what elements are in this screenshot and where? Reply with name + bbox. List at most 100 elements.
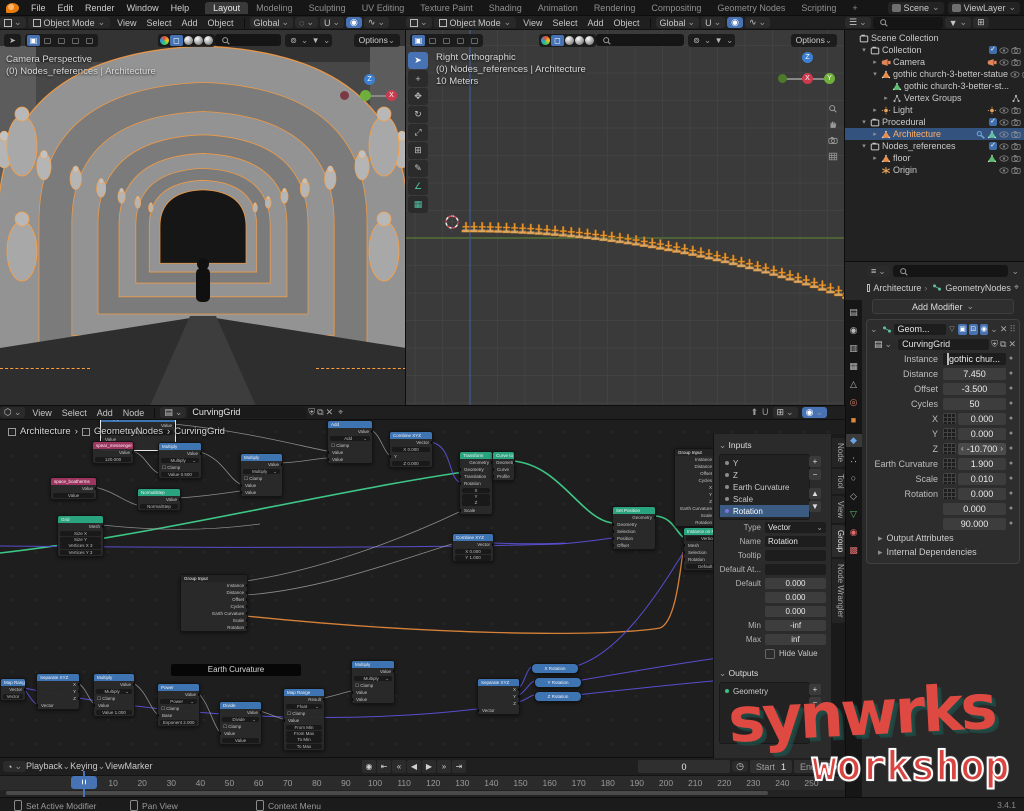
node-map-range[interactable]: Map RangeResultFloatClampValueFrom MinFr… [283, 688, 325, 751]
render-visibility-icon[interactable] [1011, 166, 1021, 175]
inputs-section-header[interactable]: Inputs [719, 440, 826, 451]
timeline-menu-playback[interactable]: Playback [26, 761, 70, 771]
node-multiply[interactable]: MultiplyValueMultiplyClampValueValue [240, 453, 283, 497]
field-value[interactable]: 0.000 [958, 428, 1006, 440]
checkbox-icon[interactable]: ✓ [989, 118, 997, 126]
eye-icon[interactable] [999, 46, 1009, 55]
node-set-position[interactable]: Set PositionGeometryGeometrySelectionPos… [612, 506, 656, 550]
node-group-input[interactable]: Group InputInstanceDistanceOffsetCyclesX… [674, 448, 716, 527]
workspace-tab-compositing[interactable]: Compositing [643, 2, 709, 14]
new-copy-icon[interactable]: ⧉ [1000, 339, 1006, 350]
pivot-selector[interactable]: ◌ [295, 17, 318, 28]
tab-world[interactable]: ◎ [845, 398, 862, 407]
node-divide[interactable]: DivideValueDivideClampValueValue [219, 701, 262, 745]
tab-output[interactable]: ▥ [845, 344, 862, 353]
active-tool-button[interactable]: ➤ [4, 34, 21, 47]
snap-toggle[interactable]: U [320, 17, 344, 28]
expander-icon[interactable]: ▾ [860, 118, 868, 126]
node-multiply[interactable]: MultiplyValueMultiplyClampValue 0.500 [158, 442, 202, 479]
pan-hand-icon[interactable] [826, 120, 838, 132]
workspace-tab-rendering[interactable]: Rendering [586, 2, 644, 14]
attribute-toggle-icon[interactable] [943, 473, 956, 484]
editor-type-button[interactable] [406, 17, 432, 28]
on-cage-toggle[interactable]: ▽ [948, 324, 957, 335]
remove-output-button[interactable]: − [809, 697, 821, 708]
display-mode-button[interactable]: ☰ [845, 17, 871, 28]
expander-icon[interactable]: ▸ [882, 94, 890, 102]
node-multiply[interactable]: MultiplyValueMultiplyClampValueValue [351, 660, 395, 704]
node-field[interactable]: Size X [60, 531, 101, 537]
outputs-section-header[interactable]: Outputs [719, 668, 826, 679]
select-mode-buttons[interactable]: ▣▢▢▢▢ [410, 34, 483, 47]
field-value[interactable]: 0.000 [958, 413, 1006, 425]
pin-icon[interactable]: ⌖ [338, 407, 343, 418]
tool-tweak-select[interactable]: ➤ [408, 52, 428, 69]
node-menu-add[interactable]: Add [92, 408, 118, 418]
node-field[interactable]: X [462, 488, 490, 494]
eye-icon[interactable] [999, 166, 1009, 175]
workspace-tab-uv-editing[interactable]: UV Editing [354, 2, 413, 14]
zoom-icon[interactable] [826, 104, 838, 116]
outliner-item-camera[interactable]: ▸Camera [845, 56, 1024, 68]
node-field[interactable]: 120.000 [95, 457, 131, 463]
render-visibility-icon[interactable] [1011, 118, 1021, 127]
field-value[interactable]: 90.000 [943, 518, 1006, 530]
sidebar-tab-group[interactable]: Group [832, 525, 845, 557]
sidebar-tab-view[interactable]: View [832, 496, 845, 523]
animate-dot-icon[interactable]: ● [1006, 505, 1016, 512]
tooltip-field[interactable] [765, 550, 826, 561]
outliner-item-gothic-church-3-better-st-[interactable]: gothic church-3-better-st... [845, 80, 1024, 92]
node-spear-messenger[interactable]: spear_messengerValue120.000 [92, 441, 134, 464]
default-z-field[interactable]: 0.000 [765, 606, 826, 617]
eye-icon[interactable] [999, 154, 1009, 163]
stopwatch-icon[interactable]: ◷ [732, 761, 748, 772]
eye-icon[interactable] [999, 118, 1009, 127]
editor-type-button[interactable]: ◔ [3, 761, 26, 772]
node-group-name-field[interactable]: CurvingGrid [188, 407, 306, 418]
attribute-toggle-icon[interactable] [943, 413, 956, 424]
eye-icon[interactable] [999, 130, 1009, 139]
type-select[interactable]: Vector [765, 522, 826, 533]
fake-user-icon[interactable]: ⛨ [308, 407, 315, 418]
attribute-toggle-icon[interactable] [943, 488, 956, 499]
timeline[interactable]: ◔ PlaybackKeyingViewMarker ◉⇤«◀▶»⇥ 0 ◷ S… [0, 758, 845, 797]
node-map-range[interactable]: Map RangeVectorVector [0, 678, 26, 701]
unlink-icon[interactable]: ✕ [326, 407, 334, 418]
tab-constraints[interactable]: ◇ [845, 492, 862, 501]
outliner-item-gothic-church-3-better-statue[interactable]: ▾gothic church-3-better-statue [845, 68, 1024, 80]
transport-record[interactable]: ◉ [362, 760, 376, 773]
tool-transform[interactable]: ⊞ [408, 142, 428, 159]
node-grid[interactable]: GridMeshSize XSize YVertices X 3Vertices… [57, 515, 104, 557]
tab-particles[interactable]: ∴ [845, 456, 862, 465]
animate-dot-icon[interactable]: ● [1006, 460, 1016, 467]
node-transform[interactable]: TransformGeometryGeometryTranslationRota… [459, 451, 493, 515]
node-power[interactable]: PowerValuePowerClampBaseExponent 2.000 [157, 683, 200, 727]
navigation-gizmo[interactable]: Z X [346, 68, 402, 118]
overlays-button[interactable]: ◉ [802, 407, 827, 418]
viewport-a-menu-select[interactable]: Select [141, 18, 176, 28]
nodetree-type-button[interactable]: ▤ [160, 407, 186, 418]
editor-type-button[interactable] [0, 17, 26, 28]
blender-logo-icon[interactable] [6, 3, 19, 13]
tool-move[interactable]: ✥ [408, 88, 428, 105]
node-field[interactable]: Y [462, 494, 490, 500]
node-add[interactable]: AddValueAddClampValueValue [327, 420, 373, 464]
input-item-rotation[interactable]: Rotation [720, 505, 809, 517]
section-output-attributes[interactable]: ▸Output Attributes [870, 531, 1016, 545]
timeline-menu-keying[interactable]: Keying [70, 761, 105, 771]
input-item-y[interactable]: Y [720, 457, 809, 469]
node-field[interactable]: Vertices Y 3 [60, 550, 101, 556]
tool-annotate[interactable]: ✎ [408, 160, 428, 177]
timeline-ruler[interactable]: 1020304050607080901001101201301401501601… [0, 776, 845, 790]
shading-buttons[interactable]: ◻ [539, 34, 596, 47]
outliner-item-nodes-references[interactable]: ▾Nodes_references✓ [845, 140, 1024, 152]
input-item-scale[interactable]: Scale [720, 493, 809, 505]
falloff-selector[interactable]: ∿ [745, 17, 770, 28]
expander-icon[interactable]: ▾ [871, 70, 879, 78]
tab-modifiers[interactable]: ◆ [845, 434, 862, 447]
current-frame-field[interactable]: 0 [638, 760, 730, 773]
sidebar-tab-node-wrangler[interactable]: Node Wrangler [832, 559, 845, 623]
viewport-camera[interactable]: Object Mode ViewSelectAddObject Global ◌… [0, 16, 406, 406]
expander-icon[interactable]: ▾ [860, 142, 868, 150]
new-collection-button[interactable]: ⊞ [973, 17, 989, 28]
